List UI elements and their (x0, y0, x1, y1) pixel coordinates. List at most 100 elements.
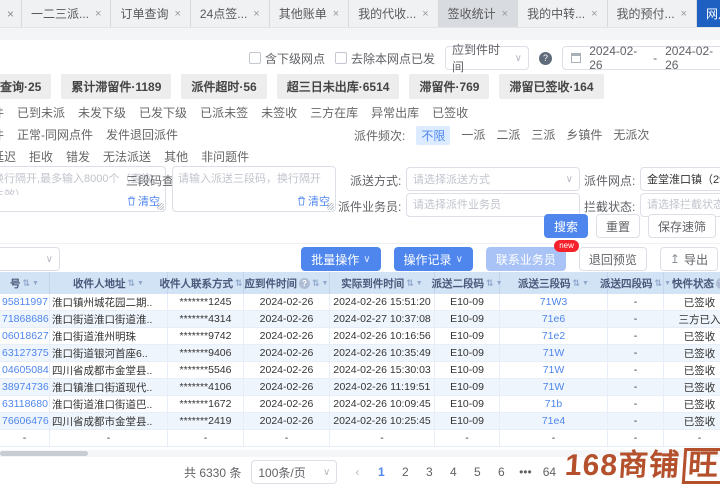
filter-icon[interactable]: ▼ (32, 280, 39, 287)
tab-item[interactable]: 网点进港...× (697, 0, 720, 27)
include-sub-sites-checkbox[interactable]: 含下级网点 (249, 50, 325, 67)
stat-chip[interactable]: 查询·25 (0, 74, 51, 99)
frequency-option[interactable]: 无派次 (613, 126, 649, 145)
sort-icon[interactable]: ⇅ (406, 278, 414, 289)
pager-ellipsis[interactable]: ••• (515, 461, 535, 483)
sort-icon[interactable]: ⇅ (573, 278, 581, 289)
reset-button[interactable]: 重置 (596, 214, 640, 238)
prev-page-button[interactable]: ‹ (347, 461, 367, 483)
quick-filter-item[interactable]: 已到未派 (17, 104, 65, 121)
sort-icon[interactable]: ⇅ (486, 278, 494, 289)
save-quick-filter-button[interactable]: 保存速筛 (648, 214, 716, 238)
waybill-link[interactable]: 38974736 (2, 381, 49, 393)
filter-icon[interactable]: ▼ (322, 280, 329, 287)
column-header-phone[interactable]: 收件人联系方式⇅▼ (168, 272, 244, 294)
filter-icon[interactable]: ▼ (137, 280, 144, 287)
filter-icon[interactable]: ▼ (582, 280, 589, 287)
frequency-option[interactable]: 三派 (531, 126, 555, 145)
quick-filter-item[interactable]: 异常出库 (371, 104, 419, 121)
waybill-link[interactable]: 95811997 (2, 296, 48, 308)
sort-icon[interactable]: ⇅ (23, 278, 31, 289)
quick-filter-item[interactable]: 延迟 (0, 148, 16, 165)
contact-courier-button[interactable]: 联系业务员 new (486, 247, 566, 271)
tab-item[interactable]: 24点签...× (191, 0, 270, 27)
sort-icon[interactable]: ⇅ (655, 278, 663, 289)
column-header-segment2[interactable]: 派送二段码⇅▼ (435, 272, 500, 294)
quick-filter-item[interactable]: 件 (0, 126, 4, 143)
clear-waybill-link[interactable]: 清空 (127, 193, 160, 209)
tab-close-icon[interactable]: × (253, 8, 259, 20)
quick-filter-item[interactable]: 已发下级 (139, 104, 187, 121)
operation-record-button[interactable]: 操作记录 ∨ (394, 247, 473, 271)
quick-filter-item[interactable]: 拒收 (29, 148, 53, 165)
stat-chip[interactable]: 超三日未出库·6514 (277, 74, 400, 99)
page-size-select[interactable]: 100条/页 ∨ (251, 460, 337, 484)
quick-filter-item[interactable]: 正常-同网点件 (17, 126, 93, 143)
row-select-dropdown[interactable]: ∨ (0, 247, 60, 271)
stat-chip[interactable]: 派件超时·56 (181, 74, 266, 99)
help-icon[interactable]: ? (539, 52, 552, 65)
frequency-option[interactable]: 二派 (496, 126, 520, 145)
segment3-link[interactable]: 71W (543, 364, 565, 376)
tab-close-icon[interactable]: × (591, 8, 597, 20)
clear-segment-link[interactable]: 清空 (297, 193, 330, 209)
tab-item[interactable]: 我的中转...× (518, 0, 607, 27)
segment3-link[interactable]: 71W3 (540, 296, 567, 308)
segment3-link[interactable]: 71e4 (542, 415, 565, 427)
sort-icon[interactable]: ⇅ (128, 278, 136, 289)
segment3-link[interactable]: 71e6 (542, 313, 565, 325)
stat-chip[interactable]: 累计滞留件·1189 (61, 74, 171, 99)
scrollbar-thumb[interactable] (0, 451, 88, 456)
quick-filter-item[interactable]: 三方在库 (310, 104, 358, 121)
page-button[interactable]: 4 (443, 461, 463, 483)
tab-item[interactable]: 其他账单× (270, 0, 349, 27)
checkbox-icon[interactable] (249, 52, 261, 64)
tab-close-icon[interactable]: × (422, 8, 428, 20)
resize-handle[interactable] (157, 203, 164, 210)
waybill-link[interactable]: 04605084 (2, 364, 49, 376)
quick-filter-item[interactable]: 发件退回派件 (106, 126, 178, 143)
segment3-link[interactable]: 71W (543, 347, 565, 359)
tab-close-icon[interactable]: × (681, 8, 687, 20)
exclude-sent-checkbox[interactable]: 去除本网点已发 (335, 50, 435, 67)
waybill-link[interactable]: 76606476 (2, 415, 49, 427)
quick-filter-item[interactable]: 已派未签 (200, 104, 248, 121)
waybill-link[interactable]: 06018627 (2, 330, 49, 342)
tab-item[interactable]: 我的代收...× (349, 0, 438, 27)
tab-close-icon[interactable]: × (333, 8, 339, 20)
page-button[interactable]: 1 (371, 461, 391, 483)
tab-close-icon[interactable]: × (502, 8, 508, 20)
sort-icon[interactable]: ⇅ (235, 278, 243, 289)
segment3-link[interactable]: 71W (543, 381, 565, 393)
cut-tab-close-icon[interactable]: × (0, 0, 22, 27)
tab-item[interactable]: 订单查询× (111, 0, 190, 27)
return-preview-button[interactable]: 退回预览 (579, 247, 647, 271)
stat-chip[interactable]: 滞留已签收·164 (499, 74, 603, 99)
column-header-due-time[interactable]: 应到件时间?⇅▼ (244, 272, 330, 294)
quick-filter-item[interactable]: 其他 (164, 148, 188, 165)
quick-filter-item[interactable]: 未签收 (261, 104, 297, 121)
dispatch-site-input[interactable] (640, 167, 720, 191)
tab-item[interactable]: 签收统计× (439, 0, 518, 27)
page-button[interactable]: 2 (395, 461, 415, 483)
column-header-arrival-time[interactable]: 实际到件时间⇅▼ (330, 272, 435, 294)
tab-item[interactable]: 我的预付...× (608, 0, 697, 27)
waybill-link[interactable]: 71868686 (2, 313, 49, 325)
date-end[interactable]: 2024-02-26 (665, 44, 720, 72)
tab-close-icon[interactable]: × (95, 8, 101, 20)
help-icon[interactable]: ? (716, 278, 720, 289)
page-button[interactable]: 3 (419, 461, 439, 483)
quick-filter-item[interactable]: 已签收 (432, 104, 468, 121)
frequency-option[interactable]: 一派 (461, 126, 485, 145)
waybill-link[interactable]: 63118680 (2, 398, 48, 410)
date-range-picker[interactable]: 2024-02-26 - 2024-02-26 (562, 46, 720, 70)
segment3-link[interactable]: 71e2 (542, 330, 565, 342)
quick-filter-item[interactable]: 件 (0, 104, 4, 121)
frequency-option[interactable]: 不限 (416, 126, 450, 145)
search-button[interactable]: 搜索 (544, 214, 588, 238)
quick-filter-item[interactable]: 错发 (66, 148, 90, 165)
batch-operations-button[interactable]: 批量操作 ∨ (301, 247, 380, 271)
frequency-option[interactable]: 乡镇件 (566, 126, 602, 145)
quick-filter-item[interactable]: 非问题件 (201, 148, 249, 165)
page-button[interactable]: 6 (491, 461, 511, 483)
